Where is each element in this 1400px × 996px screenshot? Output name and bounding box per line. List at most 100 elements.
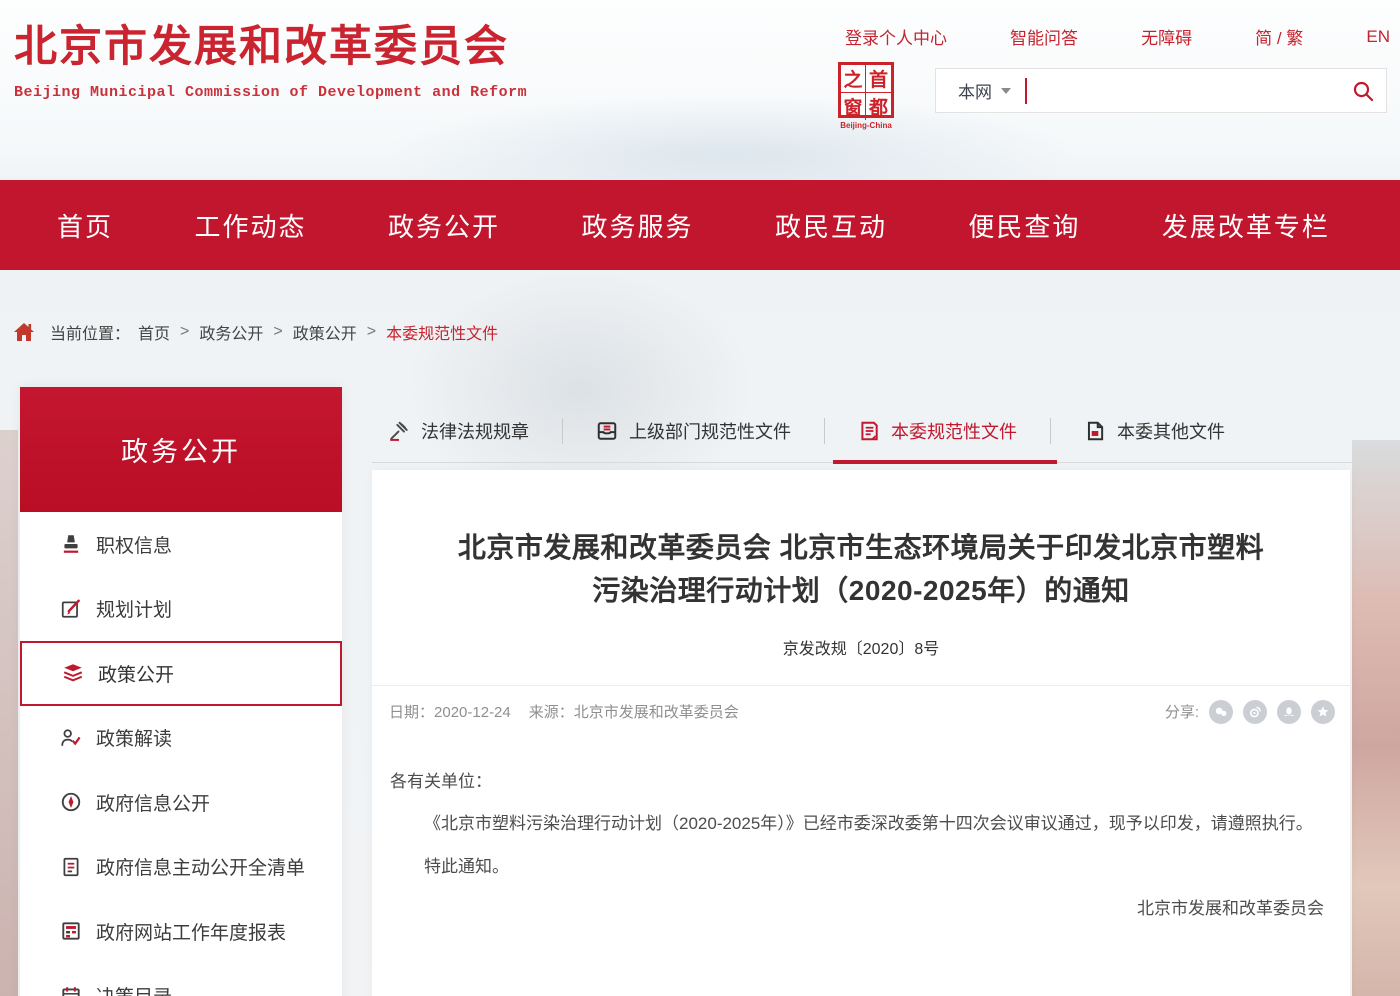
nav-item-convenience-query[interactable]: 便民查询 — [968, 207, 1080, 244]
search-input[interactable] — [1035, 69, 1340, 112]
breadcrumb-home[interactable]: 首页 — [138, 320, 170, 344]
seal-char: 都 — [866, 93, 891, 120]
tab-superior-normative-documents[interactable]: 上级部门规范性文件 — [596, 418, 791, 444]
breadcrumb-separator: > — [273, 323, 282, 341]
sidebar-title: 政务公开 — [20, 387, 342, 512]
sidebar-item-label: 政策公开 — [98, 660, 174, 687]
sidebar-item-duty-info[interactable]: 职权信息 — [20, 512, 342, 577]
breadcrumb-separator: > — [367, 323, 376, 341]
share-label: 分享: — [1165, 701, 1199, 722]
document-category-tabs: 法律法规规章 上级部门规范性文件 本委规范性文件 本 — [372, 402, 1400, 460]
article-panel: 北京市发展和改革委员会 北京市生态环境局关于印发北京市塑料 污染治理行动计划（2… — [372, 470, 1350, 996]
nav-item-home[interactable]: 首页 — [57, 207, 113, 244]
nav-item-work-updates[interactable]: 工作动态 — [194, 207, 306, 244]
sidebar-item-policy-disclosure[interactable]: 政策公开 — [20, 641, 342, 706]
link-login-personal-center[interactable]: 登录个人中心 — [845, 24, 947, 49]
sidebar-item-gov-info-disclosure[interactable]: 政府信息公开 — [20, 770, 342, 835]
file-icon — [1084, 420, 1106, 442]
main-nav: 首页 工作动态 政务公开 政务服务 政民互动 便民查询 发展改革专栏 — [0, 180, 1400, 270]
article-source: 北京市发展和改革委员会 — [574, 704, 739, 721]
sidebar-item-decision-catalog[interactable]: 决策目录 — [20, 964, 342, 996]
seal-char: 首 — [866, 65, 891, 93]
beijing-china-seal-logo[interactable]: 之 首 窗 都 Beijing-China — [836, 62, 896, 130]
sidebar-item-label: 政府信息公开 — [96, 789, 210, 816]
breadcrumb-policy-disclosure[interactable]: 政策公开 — [293, 320, 357, 344]
edit-plan-icon — [60, 598, 82, 620]
article-meta: 日期：2020-12-24 来源：北京市发展和改革委员会 分享: — [372, 686, 1350, 724]
article-paragraph: 《北京市塑料污染治理行动计划（2020-2025年）》已经市委深改委第十四次会议… — [390, 806, 1324, 843]
article-title-line: 污染治理行动计划（2020-2025年）的通知 — [402, 569, 1320, 612]
sidebar-item-planning[interactable]: 规划计划 — [20, 577, 342, 642]
search-button[interactable] — [1340, 69, 1386, 112]
background-left-photo-edge — [0, 430, 18, 996]
seal-char: 窗 — [841, 93, 866, 120]
search-icon — [1351, 79, 1375, 103]
share-qq-icon[interactable] — [1277, 700, 1301, 724]
home-icon[interactable] — [14, 323, 34, 341]
article-date: 2020-12-24 — [434, 704, 511, 721]
document-red-icon — [858, 420, 880, 442]
breadcrumb-gov-disclosure[interactable]: 政务公开 — [199, 320, 263, 344]
person-check-icon — [60, 727, 82, 749]
tab-divider — [562, 418, 563, 444]
tab-laws-regulations[interactable]: 法律法规规章 — [388, 418, 529, 444]
sidebar-item-annual-report[interactable]: 政府网站工作年度报表 — [20, 899, 342, 964]
article-meta-left: 日期：2020-12-24 来源：北京市发展和改革委员会 — [389, 701, 739, 722]
article-salutation: 各有关单位： — [390, 764, 1324, 801]
nav-item-public-interaction[interactable]: 政民互动 — [775, 207, 887, 244]
link-accessibility[interactable]: 无障碍 — [1141, 24, 1192, 49]
compass-icon — [60, 791, 82, 813]
tab-label: 本委其他文件 — [1117, 418, 1225, 444]
site-title: 北京市发展和改革委员会 — [14, 12, 527, 74]
nav-item-gov-disclosure[interactable]: 政务公开 — [388, 207, 500, 244]
sidebar-item-label: 决策目录 — [96, 982, 172, 996]
seal-caption: Beijing-China — [836, 121, 896, 130]
date-label: 日期： — [389, 704, 434, 721]
sidebar-item-proactive-disclosure-list[interactable]: 政府信息主动公开全清单 — [20, 835, 342, 900]
report-table-icon — [60, 920, 82, 942]
site-subtitle: Beijing Municipal Commission of Developm… — [14, 84, 527, 101]
article-title: 北京市发展和改革委员会 北京市生态环境局关于印发北京市塑料 污染治理行动计划（2… — [402, 526, 1320, 613]
share-bar: 分享: — [1165, 700, 1335, 724]
utility-links: 登录个人中心 智能问答 无障碍 简 / 繁 EN — [845, 24, 1390, 49]
document-number: 京发改规〔2020〕8号 — [372, 635, 1350, 659]
calendar-icon — [60, 985, 82, 996]
sidebar-item-label: 政府网站工作年度报表 — [96, 918, 286, 945]
source-label: 来源： — [529, 704, 574, 721]
nav-item-reform-special-column[interactable]: 发展改革专栏 — [1162, 207, 1330, 244]
link-smart-qa[interactable]: 智能问答 — [1010, 24, 1078, 49]
share-wechat-icon[interactable] — [1209, 700, 1233, 724]
link-english[interactable]: EN — [1366, 27, 1390, 47]
document-list-icon — [60, 856, 82, 878]
chevron-down-icon — [1001, 88, 1011, 94]
link-simplified-traditional[interactable]: 简 / 繁 — [1255, 24, 1303, 49]
breadcrumb-separator: > — [180, 323, 189, 341]
background-right-photo-edge — [1352, 440, 1400, 996]
tab-label: 法律法规规章 — [421, 418, 529, 444]
search-scope-label: 本网 — [958, 78, 992, 103]
article-title-line: 北京市发展和改革委员会 北京市生态环境局关于印发北京市塑料 — [402, 526, 1320, 569]
gavel-icon — [388, 420, 410, 442]
tab-label: 上级部门规范性文件 — [629, 418, 791, 444]
nav-item-gov-services[interactable]: 政务服务 — [581, 207, 693, 244]
site-logo[interactable]: 北京市发展和改革委员会 Beijing Municipal Commission… — [14, 12, 527, 101]
page: 北京市发展和改革委员会 Beijing Municipal Commission… — [0, 0, 1400, 996]
breadcrumb-location-label: 当前位置： — [50, 320, 130, 344]
breadcrumb-current-page[interactable]: 本委规范性文件 — [386, 320, 498, 344]
layers-icon — [62, 662, 84, 684]
sidebar-menu: 职权信息 规划计划 政策公开 政策解读 — [20, 512, 342, 996]
sidebar-item-label: 规划计划 — [96, 595, 172, 622]
active-tab-underline — [833, 460, 1057, 464]
tab-committee-other-documents[interactable]: 本委其他文件 — [1084, 418, 1225, 444]
seal-char: 之 — [841, 65, 866, 93]
article-body: 各有关单位： 《北京市塑料污染治理行动计划（2020-2025年）》已经市委深改… — [372, 724, 1350, 928]
tab-label: 本委规范性文件 — [891, 418, 1017, 444]
sidebar-item-policy-interpretation[interactable]: 政策解读 — [20, 706, 342, 771]
site-search: 本网 — [935, 68, 1387, 113]
tab-committee-normative-documents[interactable]: 本委规范性文件 — [858, 418, 1017, 444]
article-signature: 北京市发展和改革委员会 — [390, 891, 1324, 928]
share-weibo-icon[interactable] — [1243, 700, 1267, 724]
share-favorite-star-icon[interactable] — [1311, 700, 1335, 724]
search-scope-dropdown[interactable]: 本网 — [936, 78, 1025, 103]
stamp-icon — [60, 533, 82, 555]
